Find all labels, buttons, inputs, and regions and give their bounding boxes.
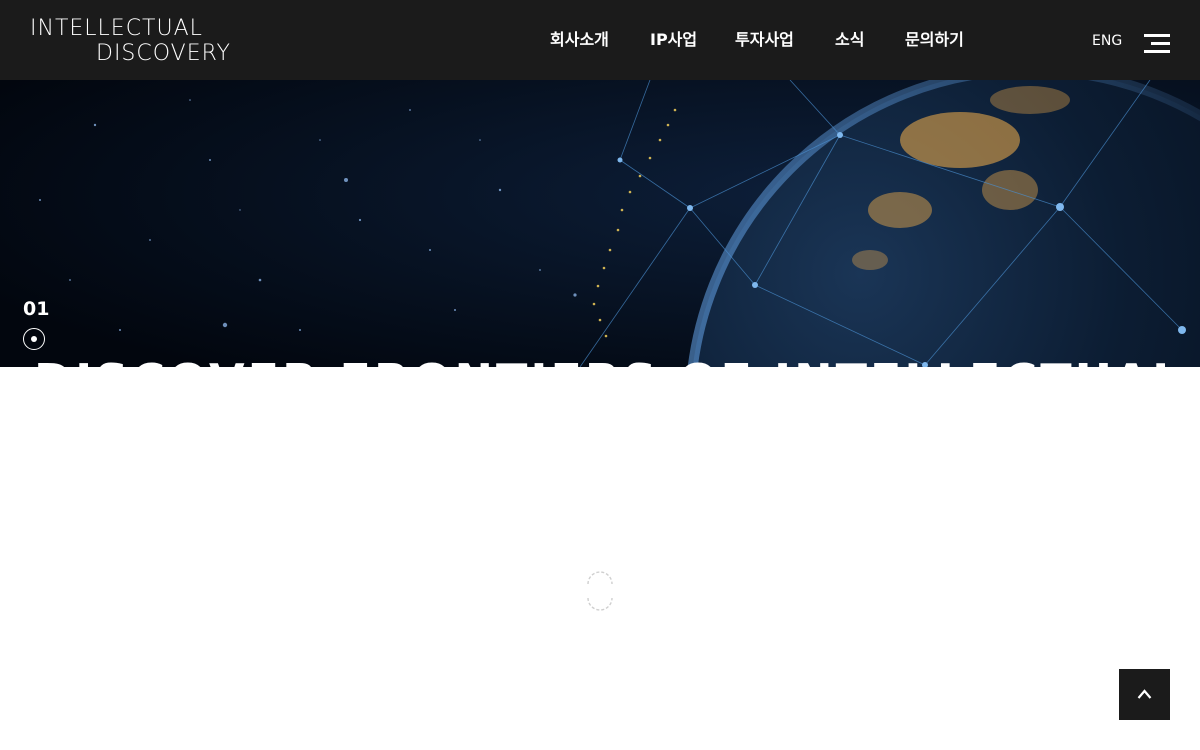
- nav-item-ip-business[interactable]: IP사업: [650, 28, 697, 52]
- chevron-up-icon: [1137, 689, 1152, 699]
- earth-network-image: [0, 80, 1200, 367]
- slide-pagination-dot[interactable]: [23, 328, 45, 350]
- nav-item-contact[interactable]: 문의하기: [905, 28, 964, 52]
- main-nav: 회사소개 IP사업 투자사업 소식 문의하기: [0, 28, 1200, 52]
- nav-item-news[interactable]: 소식: [835, 28, 864, 52]
- nav-item-investment[interactable]: 투자사업: [735, 28, 794, 52]
- hero-title: DISCOVER FRONTIERS OF INTELLECTUAL PROPE…: [34, 355, 1200, 367]
- scroll-top-button[interactable]: [1119, 669, 1170, 720]
- hamburger-icon[interactable]: [1144, 34, 1170, 54]
- spinner-icon: [586, 570, 614, 612]
- hero-title-wrapper: DISCOVER FRONTIERS OF INTELLECTUAL PROPE…: [0, 355, 1200, 367]
- language-toggle[interactable]: ENG: [1092, 31, 1122, 51]
- nav-item-company[interactable]: 회사소개: [550, 28, 609, 52]
- slide-number: 01: [23, 298, 50, 320]
- site-header: INTELLECTUAL DISCOVERY 회사소개 IP사업 투자사업 소식…: [0, 0, 1200, 80]
- hero-banner: [0, 80, 1200, 367]
